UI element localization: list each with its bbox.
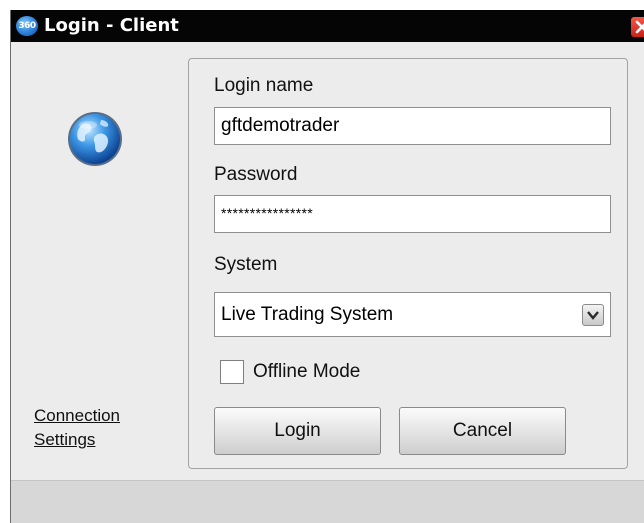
connection-settings-line1: Connection [34, 406, 121, 425]
status-bar [11, 480, 644, 523]
password-label: Password [214, 164, 298, 185]
login-window: 360 Login - Client Login name gftdemotra… [10, 10, 644, 523]
system-select[interactable]: Live Trading System [214, 292, 611, 337]
login-name-label: Login name [214, 75, 314, 96]
title-bar[interactable]: 360 Login - Client [11, 10, 644, 42]
globe-icon [68, 112, 122, 166]
connection-settings-line2: Settings [34, 430, 96, 449]
cancel-button[interactable]: Cancel [399, 407, 566, 455]
system-dropdown-button[interactable] [582, 304, 604, 326]
connection-settings-link[interactable]: Connection Settings [34, 404, 120, 452]
login-form-panel: Login name gftdemotrader Password ******… [188, 58, 628, 469]
system-select-value: Live Trading System [221, 304, 394, 325]
offline-mode-label: Offline Mode [253, 361, 361, 382]
chevron-down-icon [587, 311, 599, 320]
password-input[interactable]: **************** [214, 195, 611, 233]
close-icon [635, 20, 644, 34]
offline-mode-checkbox[interactable] [220, 360, 244, 384]
app-logo-icon: 360 [16, 16, 38, 36]
system-label: System [214, 254, 278, 275]
login-button[interactable]: Login [214, 407, 381, 455]
window-title: Login - Client [44, 15, 179, 36]
login-name-input[interactable]: gftdemotrader [214, 107, 611, 145]
close-button[interactable] [631, 17, 644, 37]
